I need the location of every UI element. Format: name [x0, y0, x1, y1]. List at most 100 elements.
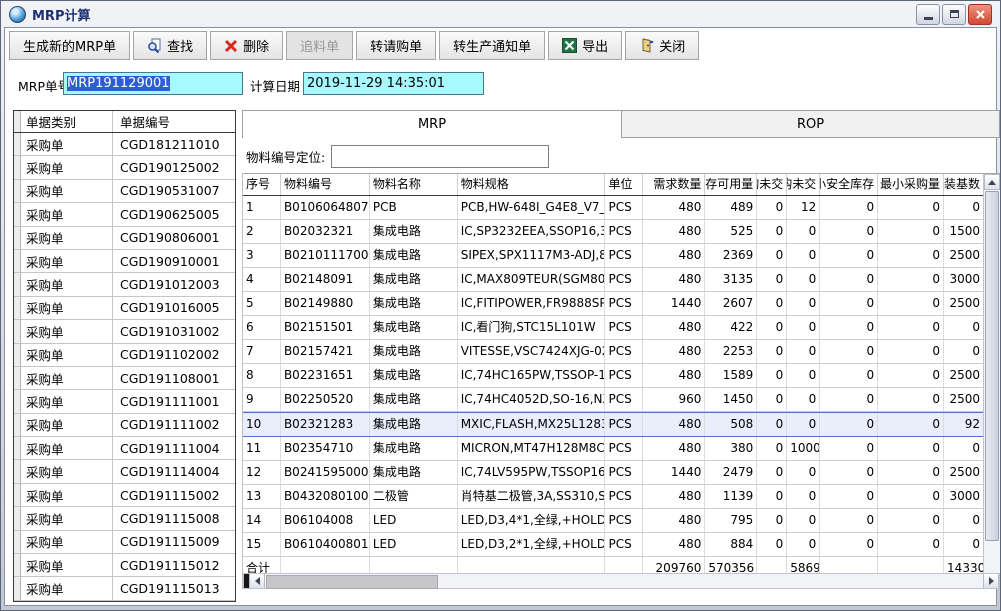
row-selector[interactable]: [14, 203, 21, 225]
cell-spec[interactable]: VITESSE,VSC7424XJG-02,: [458, 340, 606, 363]
grid-row[interactable]: 15B0610400801LEDLED,D3,2*1,全绿,+HOLD,DPCS…: [243, 533, 983, 557]
cell-min-safe[interactable]: 0: [820, 364, 878, 387]
scroll-right-button[interactable]: [983, 574, 999, 588]
cell-demand[interactable]: 480: [643, 316, 705, 339]
row-selector[interactable]: [14, 156, 21, 178]
cell-name[interactable]: 集成电路: [370, 268, 458, 291]
row-selector[interactable]: [14, 367, 21, 389]
cell-pur[interactable]: 1000: [787, 437, 820, 460]
row-selector[interactable]: [14, 250, 21, 272]
cell-stock[interactable]: 489: [705, 196, 757, 219]
cell-code[interactable]: B0432080100: [281, 485, 370, 508]
cell-code[interactable]: B0241595000: [281, 461, 370, 484]
cell-req[interactable]: 0: [757, 340, 787, 363]
col-header-req[interactable]: 请购未交: [757, 174, 787, 195]
cell-code[interactable]: B02151501: [281, 316, 370, 339]
cell-min-safe[interactable]: 0: [820, 413, 878, 436]
grid-row[interactable]: 14B06104008LEDLED,D3,4*1,全绿,+HOLD,DPCS48…: [243, 509, 983, 533]
row-selector[interactable]: [14, 133, 21, 155]
document-row[interactable]: 采购单CGD191016005: [14, 297, 235, 320]
cell-seq[interactable]: 11: [243, 437, 281, 460]
document-row[interactable]: 采购单CGD191115008: [14, 507, 235, 530]
cell-seq[interactable]: 10: [243, 413, 281, 436]
cell-req[interactable]: 0: [757, 220, 787, 243]
col-header-doc-number[interactable]: 单据编号: [113, 111, 235, 132]
row-selector[interactable]: [14, 180, 21, 202]
cell-code[interactable]: B06104008: [281, 509, 370, 532]
cell-unit[interactable]: PCS: [605, 340, 643, 363]
col-header-pack[interactable]: 包装基数: [944, 174, 983, 195]
cell-code[interactable]: B02231651: [281, 364, 370, 387]
cell-name[interactable]: 集成电路: [370, 461, 458, 484]
cell-req[interactable]: 0: [757, 485, 787, 508]
cell-pack[interactable]: 2500: [944, 388, 983, 411]
cell-unit[interactable]: PCS: [605, 437, 643, 460]
cell-pur[interactable]: 0: [787, 509, 820, 532]
grid-row[interactable]: 1B0106064807PCBPCB,HW-648I_G4E8_V7_2PCS4…: [243, 196, 983, 220]
cell-seq[interactable]: 9: [243, 388, 281, 411]
cell-spec[interactable]: IC,MAX809TEUR(SGM809-: [458, 268, 606, 291]
cell-code[interactable]: B02321283: [281, 413, 370, 436]
cell-pur[interactable]: 0: [787, 388, 820, 411]
cell-min-pur[interactable]: 0: [878, 388, 944, 411]
cell-unit[interactable]: PCS: [605, 268, 643, 291]
cell-demand[interactable]: 480: [643, 437, 705, 460]
cell-demand[interactable]: 480: [643, 268, 705, 291]
cell-seq[interactable]: 12: [243, 461, 281, 484]
row-selector[interactable]: [14, 437, 21, 459]
cell-min-safe[interactable]: 0: [820, 268, 878, 291]
cell-pack[interactable]: 2500: [944, 292, 983, 315]
cell-spec[interactable]: LED,D3,4*1,全绿,+HOLD,D: [458, 509, 606, 532]
cell-spec[interactable]: IC,FITIPOWER,FR9888SP(: [458, 292, 606, 315]
cell-unit[interactable]: PCS: [605, 461, 643, 484]
grid-row[interactable]: 6B02151501集成电路IC,看门狗,STC15L101WPCS480422…: [243, 316, 983, 340]
col-header-demand[interactable]: 需求数量: [643, 174, 705, 195]
cell-demand[interactable]: 480: [643, 413, 705, 436]
cell-stock[interactable]: 884: [705, 533, 757, 556]
grid-row[interactable]: 9B02250520集成电路IC,74HC4052D,SO-16,NXFPCS9…: [243, 388, 983, 412]
to-requisition-button[interactable]: 转请购单: [356, 31, 436, 60]
cell-pur[interactable]: 0: [787, 364, 820, 387]
cell-req[interactable]: 0: [757, 364, 787, 387]
document-row[interactable]: 采购单CGD191115009: [14, 531, 235, 554]
document-row[interactable]: 采购单CGD191115012: [14, 554, 235, 577]
cell-min-pur[interactable]: 0: [878, 292, 944, 315]
search-button[interactable]: 查找: [133, 31, 207, 60]
col-header-unit[interactable]: 单位: [605, 174, 643, 195]
cell-req[interactable]: 0: [757, 292, 787, 315]
to-production-notice-button[interactable]: 转生产通知单: [439, 31, 545, 60]
cell-code[interactable]: B02032321: [281, 220, 370, 243]
cell-min-pur[interactable]: 0: [878, 437, 944, 460]
cell-pack[interactable]: 2500: [944, 461, 983, 484]
cell-unit[interactable]: PCS: [605, 292, 643, 315]
cell-name[interactable]: 二极管: [370, 485, 458, 508]
document-row[interactable]: 采购单CGD191111004: [14, 437, 235, 460]
document-row[interactable]: 采购单CGD191012003: [14, 273, 235, 296]
grid-row[interactable]: 11B02354710集成电路MICRON,MT47H128M8CF-PCS48…: [243, 437, 983, 461]
cell-min-safe[interactable]: 0: [820, 316, 878, 339]
cell-stock[interactable]: 380: [705, 437, 757, 460]
cell-min-safe[interactable]: 0: [820, 485, 878, 508]
cell-seq[interactable]: 6: [243, 316, 281, 339]
cell-demand[interactable]: 480: [643, 196, 705, 219]
cell-stock[interactable]: 795: [705, 509, 757, 532]
cell-demand[interactable]: 960: [643, 388, 705, 411]
cell-pur[interactable]: 0: [787, 461, 820, 484]
cell-code[interactable]: B0610400801: [281, 533, 370, 556]
scroll-left-button[interactable]: [249, 574, 265, 588]
document-row[interactable]: 采购单CGD191115002: [14, 484, 235, 507]
cell-min-safe[interactable]: 0: [820, 533, 878, 556]
row-selector[interactable]: [14, 460, 21, 482]
cell-req[interactable]: 0: [757, 316, 787, 339]
cell-name[interactable]: 集成电路: [370, 413, 458, 436]
cell-unit[interactable]: PCS: [605, 244, 643, 267]
document-row[interactable]: 采购单CGD191115013: [14, 577, 235, 600]
grid-row[interactable]: 4B02148091集成电路IC,MAX809TEUR(SGM809-PCS48…: [243, 268, 983, 292]
vertical-scroll-thumb[interactable]: [985, 191, 999, 541]
cell-seq[interactable]: 5: [243, 292, 281, 315]
cell-pack[interactable]: 3000: [944, 268, 983, 291]
cell-min-pur[interactable]: 0: [878, 196, 944, 219]
cell-pack[interactable]: 0: [944, 316, 983, 339]
material-locator-input[interactable]: [331, 145, 549, 168]
cell-unit[interactable]: PCS: [605, 220, 643, 243]
